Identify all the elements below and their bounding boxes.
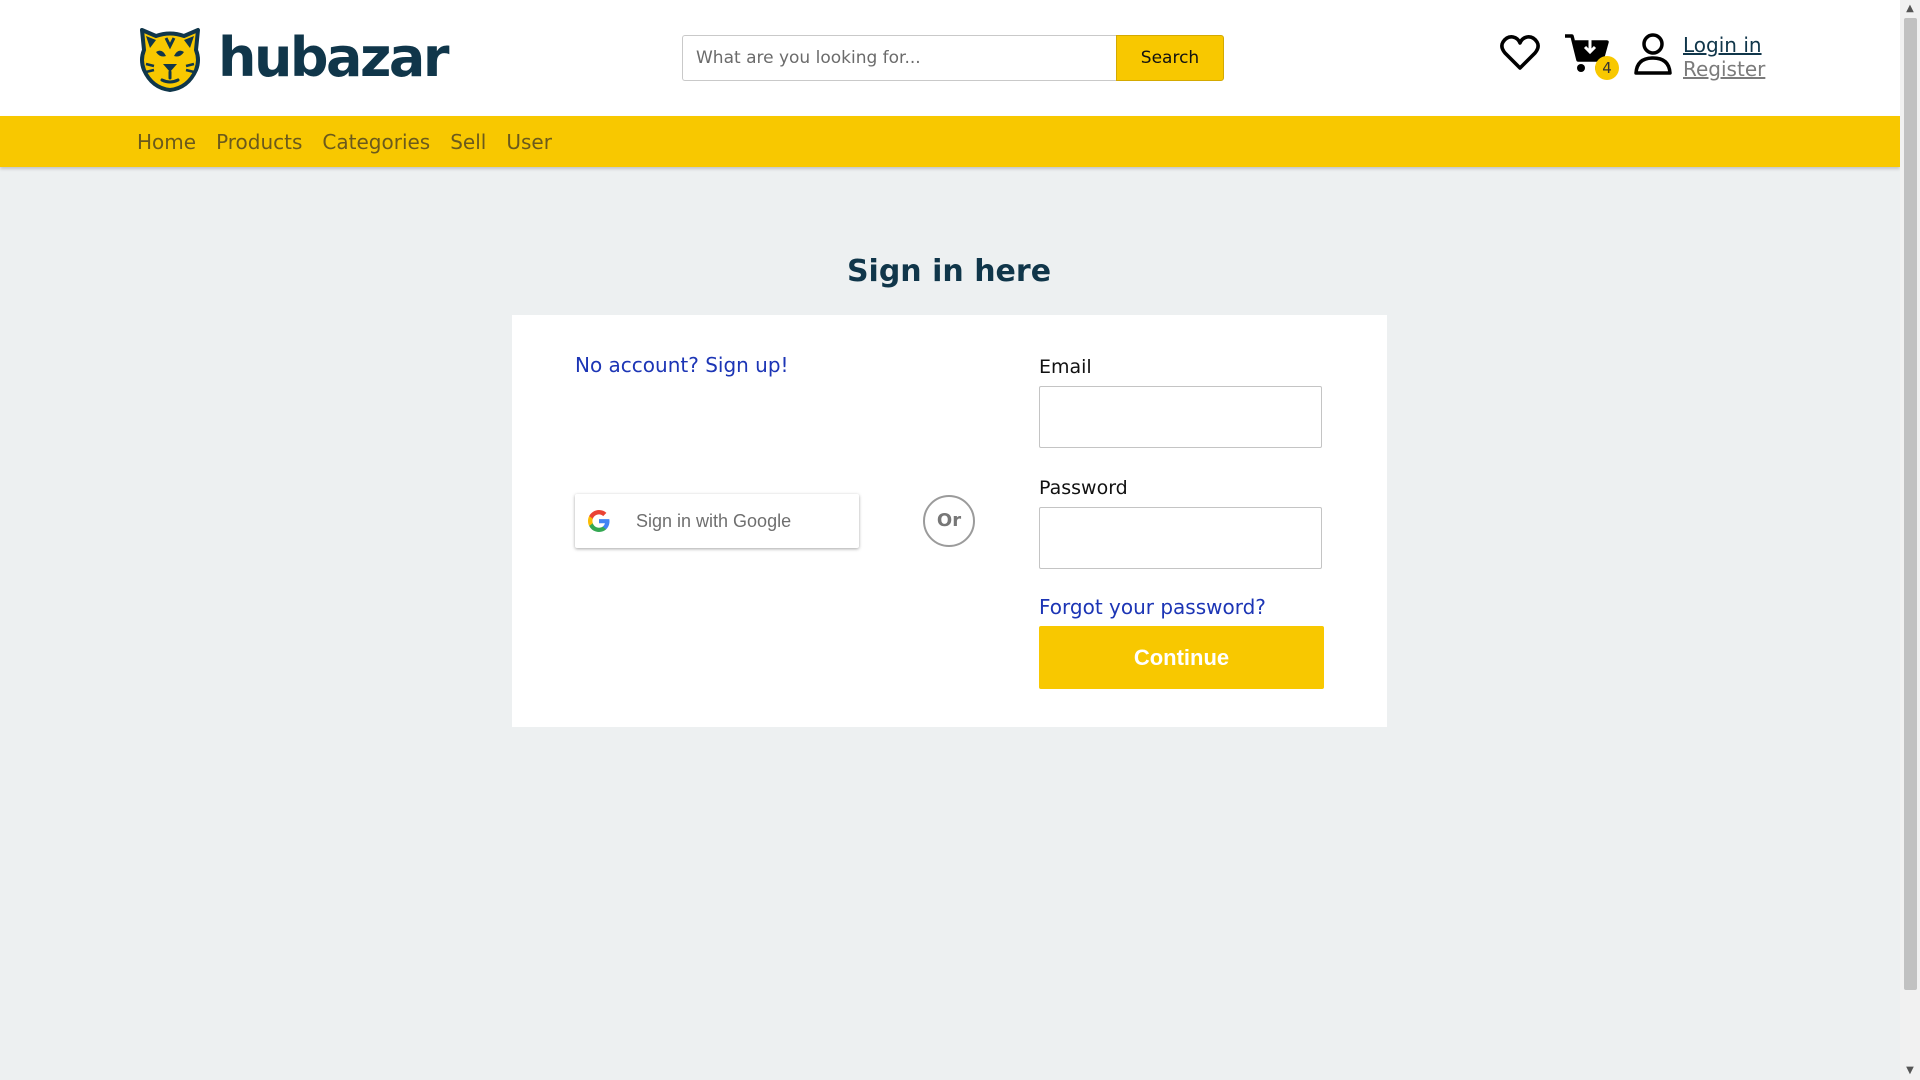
google-sign-in-label: Sign in with Google	[636, 510, 792, 531]
search-input[interactable]	[682, 35, 1116, 81]
google-g-icon	[588, 510, 610, 532]
login-link[interactable]: Login in	[1683, 33, 1773, 57]
signup-link[interactable]: No account? Sign up!	[575, 353, 789, 377]
email-label: Email	[1039, 356, 1092, 378]
nav-item-sell[interactable]: Sell	[450, 130, 486, 154]
nav-item-categories[interactable]: Categories	[322, 130, 430, 154]
or-divider: Or	[923, 495, 975, 547]
nav-item-user[interactable]: User	[506, 130, 552, 154]
scroll-down-arrow-icon[interactable]: ▼	[1900, 1062, 1920, 1080]
brand-name: hubazar	[218, 26, 449, 89]
forgot-password-link[interactable]: Forgot your password?	[1039, 595, 1266, 619]
main-nav: Home Products Categories Sell User	[0, 116, 1900, 167]
site-header: hubazar Search 4 Login in Register	[0, 0, 1900, 116]
cart-button[interactable]: 4	[1563, 32, 1619, 82]
continue-button[interactable]: Continue	[1039, 626, 1324, 689]
page-title: Sign in here	[846, 254, 1052, 289]
scroll-up-arrow-icon[interactable]: ▲	[1900, 0, 1920, 18]
cart-count-badge: 4	[1595, 56, 1619, 80]
search-bar: Search	[682, 35, 1224, 81]
google-sign-in-button[interactable]: Sign in with Google	[575, 494, 859, 548]
search-button[interactable]: Search	[1116, 35, 1224, 81]
vertical-scrollbar[interactable]: ▲ ▼	[1900, 0, 1920, 1080]
password-field[interactable]	[1039, 507, 1322, 569]
tiger-face-logo-icon	[140, 28, 200, 92]
nav-item-home[interactable]: Home	[137, 130, 196, 154]
heart-icon[interactable]	[1499, 34, 1541, 72]
register-link[interactable]: Register	[1683, 57, 1773, 81]
brand-logo[interactable]: hubazar	[136, 24, 449, 92]
password-label: Password	[1039, 477, 1128, 499]
email-field[interactable]	[1039, 386, 1322, 448]
auth-links: Login in Register	[1683, 33, 1773, 81]
page: hubazar Search 4 Login in Register	[0, 0, 1900, 1080]
sign-in-card: No account? Sign up! Sign in with Google…	[512, 315, 1387, 727]
user-icon[interactable]	[1633, 32, 1673, 76]
nav-item-products[interactable]: Products	[216, 130, 302, 154]
scrollbar-thumb[interactable]	[1904, 18, 1917, 990]
